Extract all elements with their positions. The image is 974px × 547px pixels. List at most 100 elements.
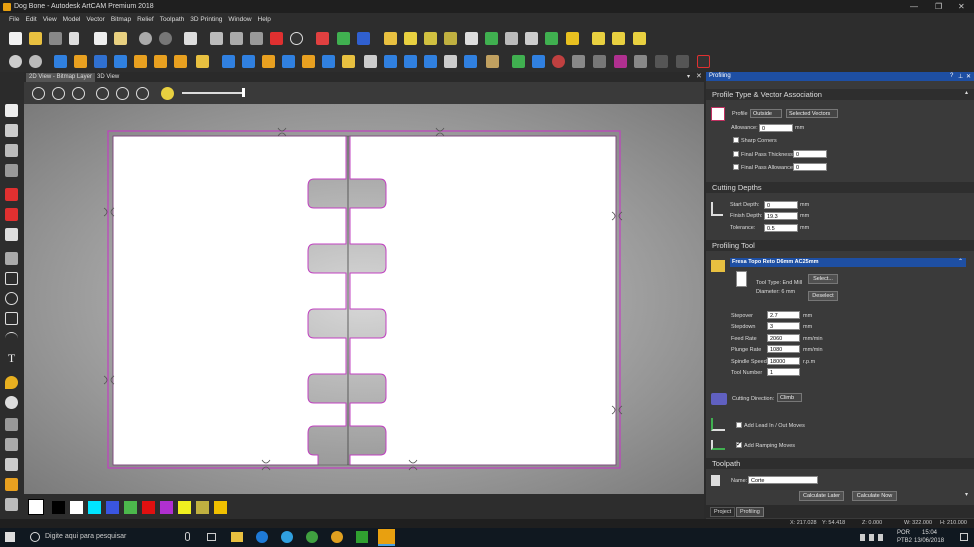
relief-icon-14[interactable] xyxy=(322,55,335,68)
menu-toolpath[interactable]: Toolpath xyxy=(157,13,188,23)
minimize-button[interactable]: — xyxy=(910,2,918,11)
section-profile-type[interactable]: Profile Type & Vector Association xyxy=(706,89,974,100)
colour-swatch-pair-icon[interactable] xyxy=(28,499,44,515)
cutting-direction-select[interactable]: Climb xyxy=(777,393,802,402)
relief-layers-icon[interactable] xyxy=(250,32,263,45)
keyboard-language[interactable]: POR xyxy=(897,530,910,536)
zoom-reset-icon[interactable] xyxy=(136,87,149,100)
close-button[interactable]: ✕ xyxy=(958,2,965,11)
stepover-input[interactable]: 2.7 xyxy=(767,311,800,319)
search-icon[interactable] xyxy=(30,532,40,542)
relief-icon-26[interactable] xyxy=(593,55,606,68)
tab-project[interactable]: Project xyxy=(710,507,736,517)
tab-profiling[interactable]: Profiling xyxy=(736,507,764,517)
calculate-now-button[interactable]: Calculate Now xyxy=(852,491,897,501)
deselect-tool-button[interactable]: Deselect xyxy=(808,291,838,301)
polygon-icon[interactable] xyxy=(5,312,18,325)
relief-icon-21[interactable] xyxy=(464,55,477,68)
drawing-canvas[interactable] xyxy=(24,104,704,494)
swatch-white[interactable] xyxy=(70,501,83,514)
zoom-box-icon[interactable] xyxy=(116,87,129,100)
smudge-icon[interactable] xyxy=(5,498,18,511)
swatch-yellow[interactable] xyxy=(178,501,191,514)
swatch-blue[interactable] xyxy=(106,501,119,514)
rectangle-icon[interactable] xyxy=(5,272,18,285)
swatch-purple[interactable] xyxy=(160,501,173,514)
text-box-icon[interactable] xyxy=(566,32,579,45)
relief-icon-6[interactable] xyxy=(154,55,167,68)
trim-icon[interactable] xyxy=(444,32,457,45)
paint-bucket-icon[interactable] xyxy=(5,208,18,221)
menu-model[interactable]: Model xyxy=(60,13,84,23)
pencil-icon[interactable] xyxy=(5,418,18,431)
grid-icon[interactable] xyxy=(525,32,538,45)
relief-icon-20[interactable] xyxy=(444,55,457,68)
relief-icon-30[interactable] xyxy=(676,55,689,68)
move-icon[interactable] xyxy=(5,144,18,157)
scroll-up-icon[interactable]: ▴ xyxy=(965,89,968,96)
close-view-icon[interactable]: ✕ xyxy=(696,72,702,80)
relief-icon-5[interactable] xyxy=(134,55,147,68)
relief-icon-4[interactable] xyxy=(114,55,127,68)
shape-fill-icon[interactable] xyxy=(5,228,18,241)
relief-icon-8[interactable] xyxy=(196,55,209,68)
allowance-input[interactable]: 0 xyxy=(759,124,793,132)
final-pass-allowance-input[interactable]: 0 xyxy=(793,163,827,171)
artcam-taskbar-icon[interactable] xyxy=(378,529,395,546)
relief-icon-10[interactable] xyxy=(242,55,255,68)
swatch-cyan[interactable] xyxy=(88,501,101,514)
swatch-green[interactable] xyxy=(124,501,137,514)
node-edit-icon[interactable] xyxy=(5,124,18,137)
app-green-icon[interactable] xyxy=(306,531,318,543)
swatch-red[interactable] xyxy=(142,501,155,514)
relief-icon-25[interactable] xyxy=(572,55,585,68)
star-icon[interactable] xyxy=(465,32,478,45)
dots-icon[interactable] xyxy=(612,32,625,45)
tool-name-bar[interactable]: Fresa Topo Reto D6mm AC25mm ⌃ xyxy=(730,258,966,267)
relief-icon-27[interactable] xyxy=(614,55,627,68)
relief-icon-7[interactable] xyxy=(174,55,187,68)
section-toolpath[interactable]: Toolpath xyxy=(706,458,974,469)
vector-arrow-icon[interactable] xyxy=(404,32,417,45)
pen-icon[interactable] xyxy=(270,32,283,45)
drop-icon[interactable] xyxy=(5,376,18,389)
keyboard-layout[interactable]: PTB2 xyxy=(897,538,912,544)
paint-brush-icon[interactable] xyxy=(5,188,18,201)
swatch-gold[interactable] xyxy=(214,501,227,514)
stack-icon[interactable] xyxy=(505,32,518,45)
arc-icon[interactable] xyxy=(5,332,18,345)
brightness-slider-thumb[interactable] xyxy=(242,88,245,97)
notifications-icon[interactable] xyxy=(960,533,968,541)
menu-bitmap[interactable]: Bitmap xyxy=(108,13,134,23)
profile-vectors-select[interactable]: Selected Vectors xyxy=(786,109,838,118)
zoom-icon[interactable] xyxy=(9,55,22,68)
save-icon[interactable] xyxy=(49,32,62,45)
relief-icon-1[interactable] xyxy=(54,55,67,68)
notes-icon[interactable] xyxy=(184,32,197,45)
relief-icon-16[interactable] xyxy=(364,55,377,68)
start-depth-input[interactable]: 0 xyxy=(764,201,798,209)
collapse-icon[interactable]: ⌃ xyxy=(958,258,963,265)
file-explorer-icon[interactable] xyxy=(231,532,243,542)
chrome-icon[interactable] xyxy=(331,531,343,543)
relief-icon-19[interactable] xyxy=(424,55,437,68)
windows-start-icon[interactable] xyxy=(5,532,15,542)
colour-select-icon[interactable] xyxy=(357,32,370,45)
relief-icon-28[interactable] xyxy=(634,55,647,68)
relief-icon-2[interactable] xyxy=(74,55,87,68)
cut-icon[interactable] xyxy=(69,32,79,45)
section-cutting-depths[interactable]: Cutting Depths xyxy=(706,182,974,193)
bitmap-layers-icon[interactable] xyxy=(230,32,243,45)
menu-3d-printing[interactable]: 3D Printing xyxy=(187,13,225,23)
text-tool-icon[interactable]: T xyxy=(5,352,18,365)
menu-help[interactable]: Help xyxy=(255,13,274,23)
calculate-later-button[interactable]: Calculate Later xyxy=(799,491,844,501)
brush-icon[interactable] xyxy=(5,438,18,451)
dropdown-arrow-icon[interactable]: ▾ xyxy=(687,73,690,80)
relief-icon-22[interactable] xyxy=(486,55,499,68)
clock-time[interactable]: 15:04 xyxy=(922,530,937,536)
vector-folder-icon[interactable] xyxy=(384,32,397,45)
menu-view[interactable]: View xyxy=(40,13,60,23)
clock-date[interactable]: 13/06/2018 xyxy=(914,538,944,544)
toolpath-name-input[interactable]: Corte xyxy=(748,476,818,484)
